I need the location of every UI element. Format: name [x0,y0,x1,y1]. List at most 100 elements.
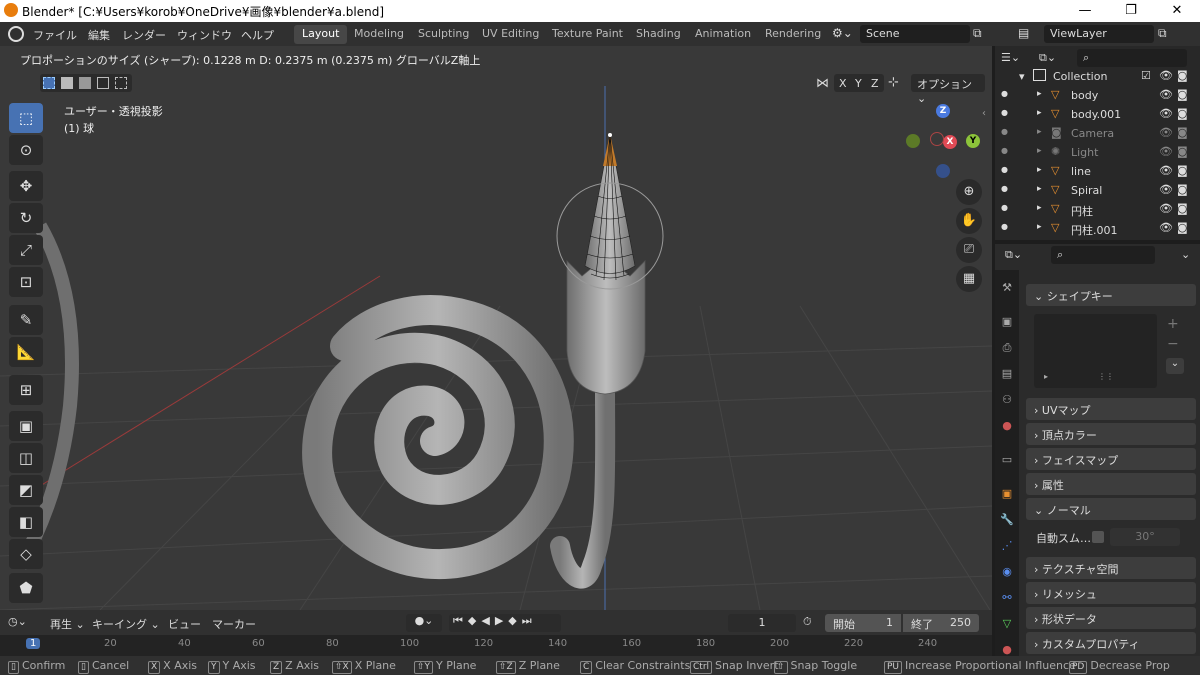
add-shape-key-icon[interactable]: + [1167,316,1179,332]
select-box-tool-icon[interactable]: ⬚ [9,103,43,133]
menu-edit[interactable]: 編集 [88,27,110,43]
axis-z-toggle[interactable]: Z [871,77,879,90]
view-layer-tab-icon[interactable]: ▤ [999,366,1015,382]
camera-view-icon[interactable]: ⎚ [956,237,982,263]
knife-tool-icon[interactable]: ◇ [9,539,43,569]
menu-help[interactable]: ヘルプ [241,27,274,43]
menu-window[interactable]: ウィンドウ [177,27,232,43]
selectable-dot-icon[interactable]: ● [1001,146,1008,155]
select-invert-icon[interactable] [97,77,109,89]
world-tab-icon[interactable]: ● [999,418,1015,434]
tab-texture-paint[interactable]: Texture Paint [544,25,631,44]
outliner-search-input[interactable]: ⌕ [1077,49,1187,67]
bevel-tool-icon[interactable]: ◩ [9,475,43,505]
remove-shape-key-icon[interactable]: − [1167,336,1179,352]
expand-icon[interactable]: ▾ [1019,70,1025,83]
expand-icon[interactable]: ▸ [1037,203,1042,213]
view-layer-field[interactable]: ViewLayer [1044,25,1154,43]
zoom-icon[interactable]: ⊕ [956,179,982,205]
visibility-eye-icon[interactable]: 👁 [1159,69,1173,82]
gizmo-neg-z[interactable] [936,164,950,178]
new-view-layer-icon[interactable]: ⧉ [1158,26,1167,41]
outliner-row[interactable]: ● ▸ ▽ body.001 👁 ◙ [995,105,1200,124]
physics-tab-icon[interactable]: ◉ [999,564,1015,580]
editor-type-icon[interactable]: ⧉⌄ [1005,248,1022,262]
tool-tab-icon[interactable]: ⚒ [999,280,1015,296]
panel-face-maps[interactable]: › フェイスマップ [1026,448,1196,470]
measure-tool-icon[interactable]: 📐 [9,337,43,367]
visibility-eye-icon[interactable]: 👁 [1159,202,1173,215]
collection-row[interactable]: ▾ Collection ☑ 👁 ◙ [995,67,1200,86]
gizmo-neg-y[interactable] [906,134,920,148]
render-camera-icon[interactable]: ◙ [1177,69,1188,82]
axis-x-toggle[interactable]: X [839,77,847,90]
output-tab-icon[interactable]: ⎙ [999,340,1015,356]
expand-icon[interactable]: ▸ [1037,127,1042,137]
view-menu[interactable]: ビュー [168,616,201,632]
tab-animation[interactable]: Animation [687,25,759,44]
panel-shape-keys[interactable]: ⌄ シェイプキー [1026,284,1196,306]
tab-shading[interactable]: Shading [628,25,689,44]
select-intersect-icon[interactable] [115,77,127,89]
panel-normals[interactable]: ⌄ ノーマル [1026,498,1196,520]
poly-build-tool-icon[interactable]: ⬟ [9,573,43,603]
timeline-scrubber[interactable]: 1 20 40 60 80 100 120 140 160 180 200 220 240 [0,635,992,656]
outliner-row[interactable]: ● ▸ ▽ line 👁 ◙ [995,162,1200,181]
scene-field[interactable]: Scene [860,25,970,43]
render-camera-icon[interactable]: ◙ [1177,164,1188,177]
selectable-dot-icon[interactable]: ● [1001,184,1008,193]
selectable-dot-icon[interactable]: ● [1001,203,1008,212]
tab-modeling[interactable]: Modeling [346,25,412,44]
data-tab-icon[interactable]: ▽ [999,616,1015,632]
shape-key-specials-icon[interactable]: ⌄ [1166,358,1184,374]
outliner-row[interactable]: ● ▸ ◙ Camera 👁 ◙ [995,124,1200,143]
editor-type-clock-icon[interactable]: ◷⌄ [8,615,27,628]
gizmo-z-axis[interactable]: Z [936,104,950,118]
select-extend-icon[interactable] [61,77,73,89]
panel-geometry-data[interactable]: › 形状データ [1026,607,1196,629]
object-tab-icon[interactable]: ▣ [999,486,1015,502]
expand-icon[interactable]: ▸ [1037,89,1042,99]
props-options-icon[interactable]: ⌄ [1181,248,1190,261]
snap-icon[interactable]: ⊹ [888,75,899,90]
gizmo-y-axis[interactable]: Y [966,134,980,148]
axis-y-toggle[interactable]: Y [855,77,862,90]
panel-uv-maps[interactable]: › UVマップ [1026,398,1196,420]
transform-tool-icon[interactable]: ⊡ [9,267,43,297]
render-camera-icon[interactable]: ◙ [1177,107,1188,120]
pan-hand-icon[interactable]: ✋ [956,208,982,234]
selectable-dot-icon[interactable]: ● [1001,222,1008,231]
expand-icon[interactable]: ▸ [1037,222,1042,232]
list-expand-icon[interactable]: ▸ [1044,372,1048,381]
tab-uv-editing[interactable]: UV Editing [474,25,547,44]
list-resize-handle-icon[interactable]: ⋮⋮ [1098,372,1114,381]
gizmo-x-axis[interactable]: X [943,135,957,149]
selection-mode-buttons[interactable] [40,74,132,92]
visibility-eye-icon[interactable]: 👁 [1159,107,1173,120]
auto-keying-record-icon[interactable]: ●⌄ [406,614,442,632]
menu-file[interactable]: ファイル [33,27,77,43]
auto-smooth-angle-field[interactable]: 30° [1110,528,1180,546]
expand-icon[interactable]: ▸ [1037,184,1042,194]
cursor-tool-icon[interactable]: ⊙ [9,135,43,165]
tab-rendering[interactable]: Rendering [757,25,829,44]
render-camera-icon[interactable]: ◙ [1177,88,1188,101]
playback-controls[interactable]: ⏮◆◀▶◆⏭ [449,614,561,632]
outliner-row[interactable]: ● ▸ ▽ 円柱.001 👁 ◙ [995,219,1200,238]
scale-tool-icon[interactable]: ⤢ [9,235,43,265]
view-layer-icon[interactable]: ▤ [1018,26,1029,40]
filter-icon[interactable]: ⧉⌄ [1039,51,1056,65]
new-scene-icon[interactable]: ⧉ [973,26,982,41]
select-new-icon[interactable] [43,77,55,89]
outliner-row[interactable]: ● ▸ ▽ body 👁 ◙ [995,86,1200,105]
annotate-tool-icon[interactable]: ✎ [9,305,43,335]
restore-button[interactable]: ❐ [1108,0,1154,22]
visibility-eye-icon[interactable]: 👁 [1159,221,1173,234]
options-dropdown[interactable]: オプション ⌄ [911,74,985,105]
particles-tab-icon[interactable]: ⋰ [999,538,1015,554]
perspective-grid-icon[interactable]: ▦ [956,266,982,292]
panel-texture-space[interactable]: › テクスチャ空間 [1026,557,1196,579]
playback-menu[interactable]: 再生 ⌄ [50,616,85,632]
close-button[interactable]: ✕ [1154,0,1200,22]
end-frame-field[interactable]: 終了 250 [903,614,979,632]
